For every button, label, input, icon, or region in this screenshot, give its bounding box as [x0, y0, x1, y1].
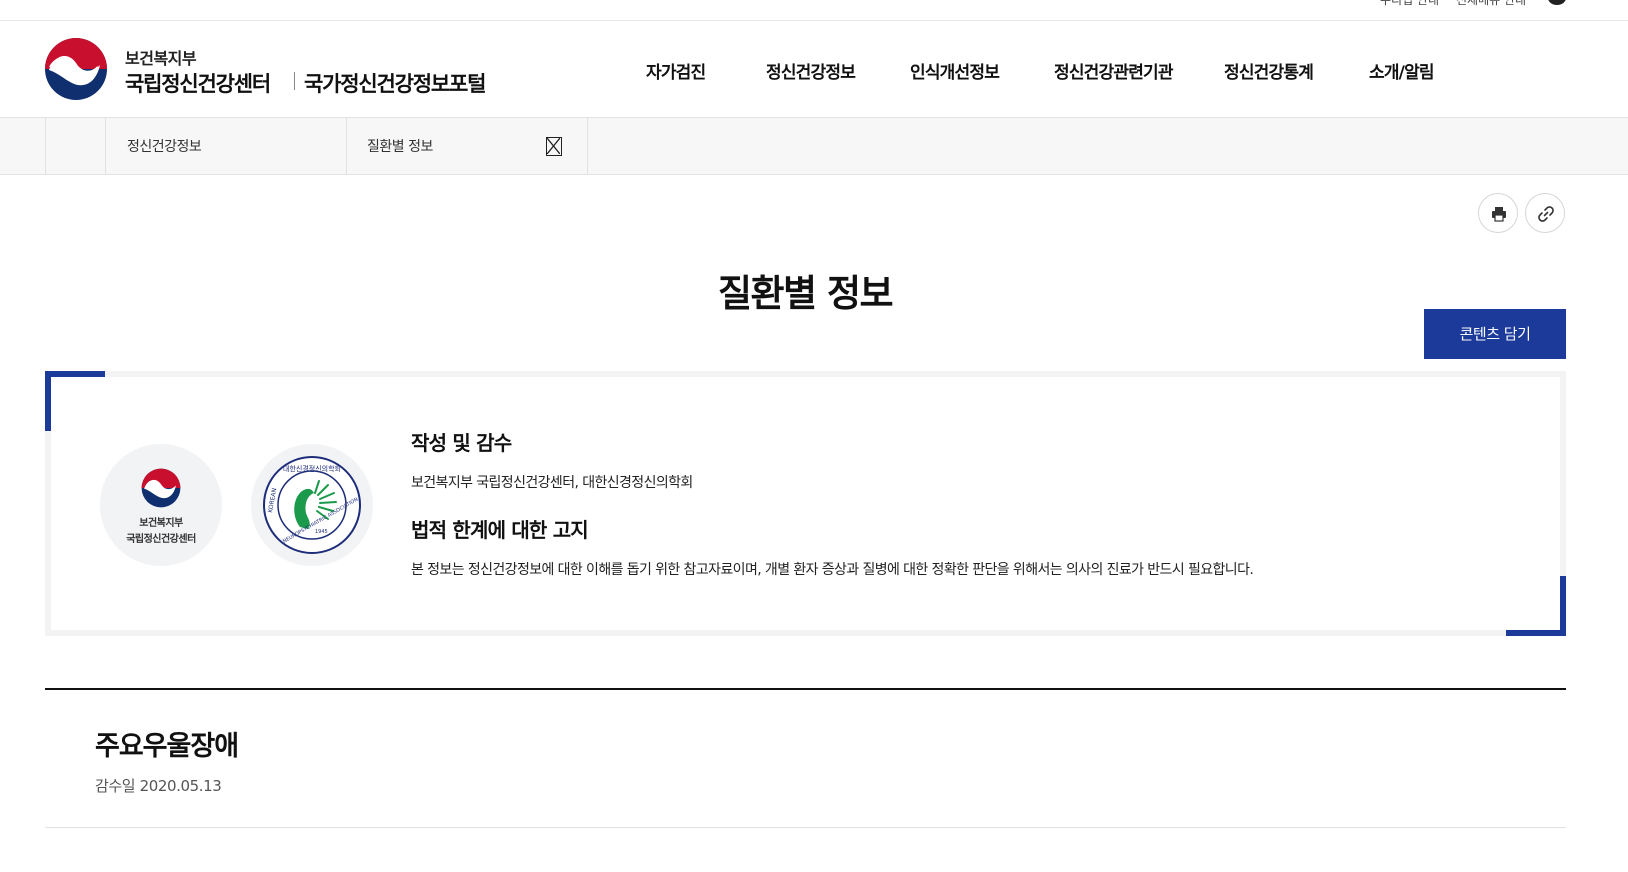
utility-circle-icon[interactable] [1548, 0, 1566, 5]
utility-link-allmenu[interactable]: 전체메뉴 안내 [1456, 0, 1526, 8]
copy-link-button[interactable] [1525, 193, 1565, 233]
legal-notice-text: 본 정보는 정신건강정보에 대한 이해를 돕기 위한 참고자료이며, 개별 환자… [411, 562, 1254, 578]
nav-self-check[interactable]: 자가검진 [646, 58, 706, 83]
location-depth2-label: 질환별 정보 [367, 139, 433, 155]
nav-awareness-info[interactable]: 인식개선정보 [910, 58, 1000, 83]
box-corner-accent [45, 371, 105, 377]
print-button[interactable] [1478, 193, 1518, 233]
utility-bar: 누리집 안내 전체메뉴 안내 [0, 0, 1628, 21]
logo-ministry-text: 보건복지부 [139, 518, 183, 529]
ministry-name: 보건복지부 [125, 49, 197, 68]
logo-divider [294, 72, 295, 90]
utility-link-sitemap[interactable]: 누리집 안내 [1380, 0, 1439, 8]
location-depth1-label: 정신건강정보 [127, 139, 202, 155]
government-emblem-icon[interactable] [44, 37, 108, 101]
government-emblem-icon [141, 468, 181, 508]
legal-notice-heading: 법적 한계에 대한 고지 [411, 518, 589, 542]
nav-statistics[interactable]: 정신건강통계 [1224, 58, 1314, 83]
association-logo: 대한신경정신의학회 KOREAN NEUROPSYCHIATRIC ASSOCI… [251, 444, 373, 566]
neuropsychiatric-association-seal-icon: 대한신경정신의학회 KOREAN NEUROPSYCHIATRIC ASSOCI… [263, 456, 361, 554]
nav-about-notice[interactable]: 소개/알림 [1369, 58, 1435, 83]
save-content-button[interactable]: 콘텐츠 담기 [1424, 309, 1566, 359]
print-icon [1492, 207, 1506, 222]
logo-center-text: 국립정신건강센터 [126, 534, 196, 545]
review-date: 감수일 2020.05.13 [95, 777, 222, 795]
link-icon [1538, 206, 1554, 222]
location-home[interactable] [45, 118, 106, 174]
association-founding-year: 1945 [315, 529, 328, 535]
box-corner-accent [1506, 630, 1566, 636]
association-korean-name: 대한신경정신의학회 [283, 464, 341, 473]
section-divider [45, 688, 1566, 690]
location-toggle-icon[interactable] [546, 137, 562, 156]
location-depth1[interactable]: 정신건강정보 [105, 118, 347, 174]
center-name[interactable]: 국립정신건강센터 [125, 68, 271, 98]
site-header: 보건복지부 국립정신건강센터 국가정신건강정보포털 자가검진 정신건강정보 인식… [0, 21, 1628, 118]
page-title: 질환별 정보 [717, 272, 894, 315]
nav-mental-health-info[interactable]: 정신건강정보 [766, 58, 856, 83]
disease-title: 주요우울장애 [95, 731, 239, 762]
box-corner-accent [45, 371, 51, 431]
location-bar: 정신건강정보 질환별 정보 [0, 118, 1628, 175]
box-corner-accent [1560, 576, 1566, 636]
ministry-center-logo: 보건복지부 국립정신건강센터 [100, 444, 222, 566]
portal-name[interactable]: 국가정신건강정보포털 [304, 68, 486, 98]
author-heading: 작성 및 감수 [411, 431, 512, 455]
author-text: 보건복지부 국립정신건강센터, 대한신경정신의학회 [411, 475, 693, 491]
section-divider-light [45, 827, 1566, 828]
nav-related-institutions[interactable]: 정신건강관련기관 [1054, 58, 1174, 83]
